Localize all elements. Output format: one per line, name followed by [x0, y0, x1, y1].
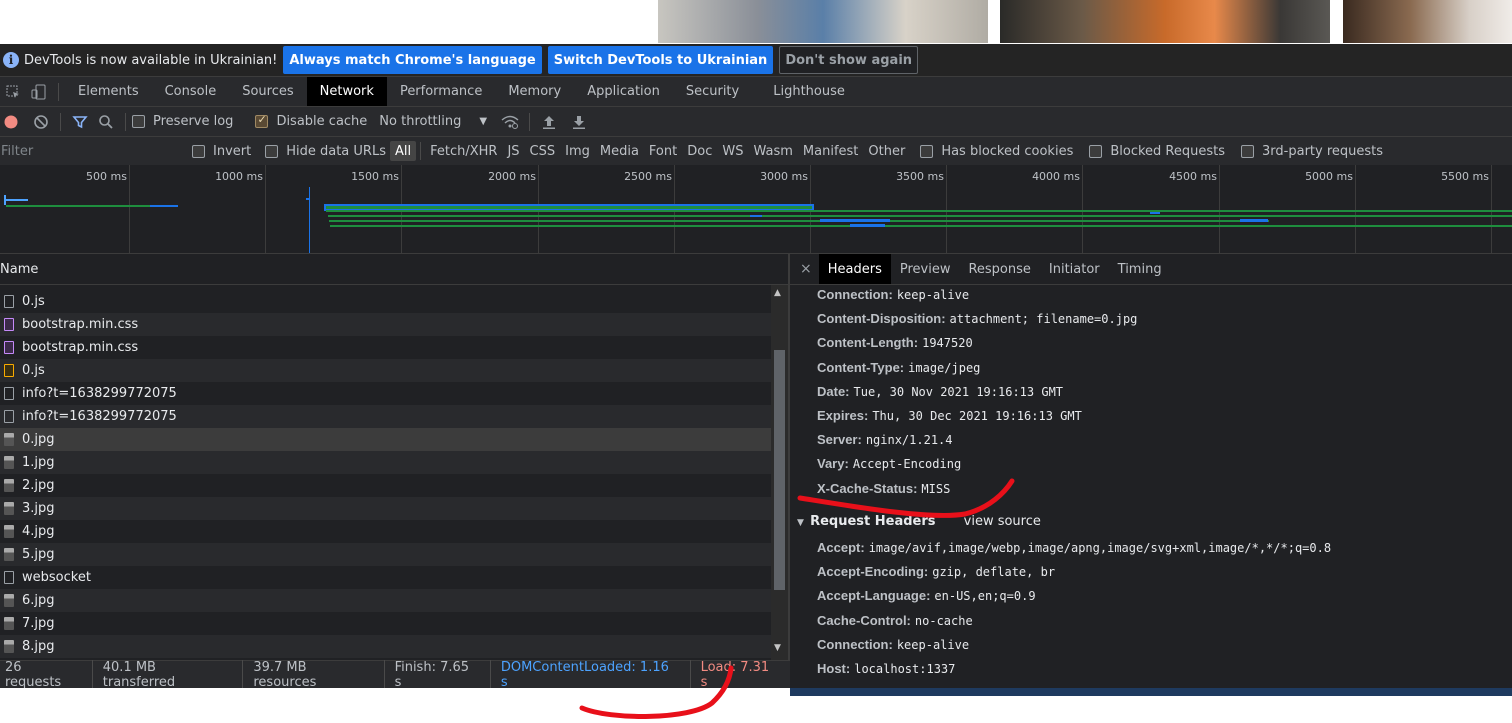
annotation-underline-load-time — [579, 665, 734, 719]
annotation-overlay — [579, 478, 1015, 719]
annotation-underline-x-cache-status — [797, 478, 1015, 518]
